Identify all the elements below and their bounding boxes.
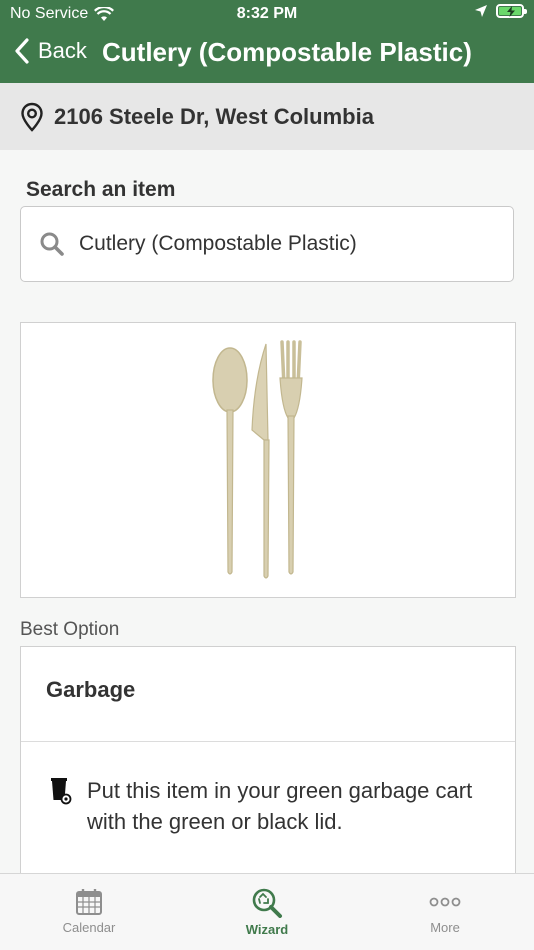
status-time: 8:32 PM: [236, 5, 298, 22]
top-bar: No Service 8:32 PM Back Cutlery (Compost…: [0, 0, 534, 83]
tab-more-label: More: [430, 920, 460, 935]
option-instruction: Put this item in your green garbage cart…: [87, 778, 473, 834]
tab-wizard-label: Wizard: [245, 922, 289, 937]
battery-icon: [496, 4, 527, 18]
status-bar: No Service 8:32 PM: [0, 0, 534, 28]
tab-more[interactable]: More: [356, 874, 534, 950]
tab-calendar-label: Calendar: [62, 920, 116, 935]
option-divider: [21, 741, 515, 742]
address-text: 2106 Steele Dr, West Columbia: [54, 103, 374, 129]
chevron-left-icon: [15, 38, 29, 64]
best-option-card: Garbage Put this item in your green garb…: [20, 646, 516, 886]
back-button[interactable]: Back: [14, 38, 87, 64]
wizard-search-icon: [252, 888, 282, 918]
item-image-card: [20, 322, 516, 598]
search-field[interactable]: [20, 206, 514, 282]
compostable-cutlery-image: [212, 340, 303, 579]
tab-wizard[interactable]: Wizard: [178, 874, 356, 950]
status-right-group: [474, 4, 527, 18]
page-title: Cutlery (Compostable Plastic): [102, 37, 472, 67]
address-bar[interactable]: 2106 Steele Dr, West Columbia: [0, 83, 534, 150]
option-body: Put this item in your green garbage cart…: [49, 775, 487, 837]
more-dots-icon: [429, 897, 461, 907]
best-option-label: Best Option: [20, 619, 120, 640]
search-input[interactable]: [79, 232, 499, 256]
garbage-cart-icon: [51, 778, 72, 805]
calendar-icon: [76, 889, 102, 915]
search-label: Search an item: [26, 178, 176, 201]
tab-bar: Calendar Wizard More: [0, 873, 534, 950]
app-screen: No Service 8:32 PM Back Cutlery (Compost…: [0, 0, 534, 950]
location-pin-icon: [21, 102, 43, 132]
search-icon: [40, 232, 64, 256]
back-label: Back: [38, 38, 87, 63]
option-title: Garbage: [46, 677, 136, 702]
nav-bar: Back Cutlery (Compostable Plastic): [0, 28, 534, 83]
tab-calendar[interactable]: Calendar: [0, 874, 178, 950]
location-arrow-icon: [475, 5, 487, 17]
